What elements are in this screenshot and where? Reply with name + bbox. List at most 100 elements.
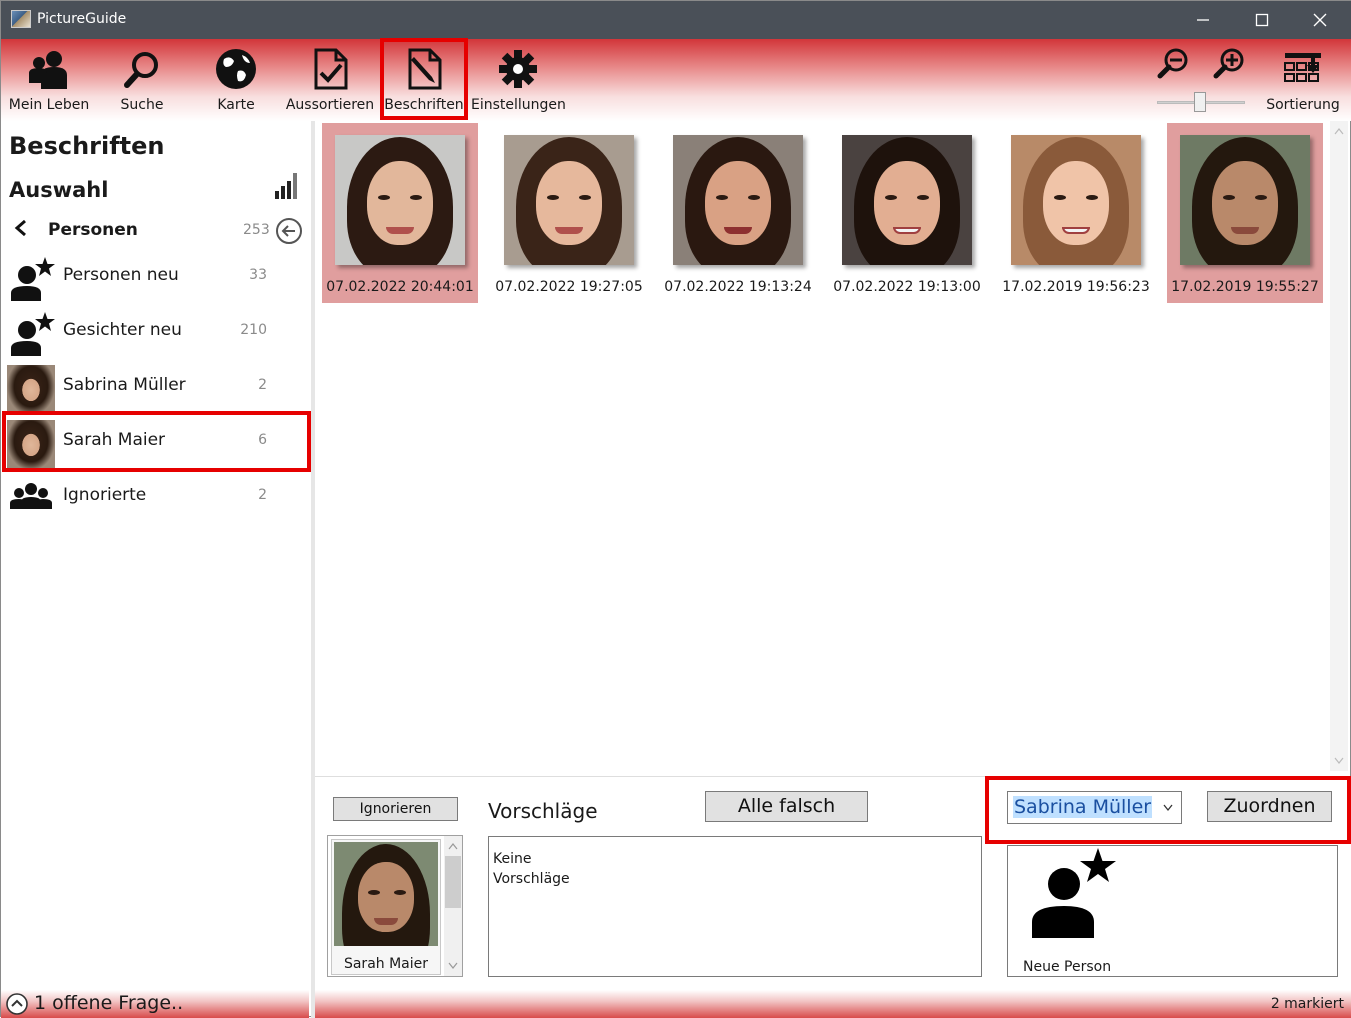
chevron-up-circle-icon[interactable] — [5, 992, 29, 1016]
no-suggestions-text: Keine Vorschläge — [493, 851, 570, 887]
toolbar-label: Mein Leben — [8, 97, 90, 113]
close-button[interactable] — [1291, 1, 1349, 39]
photo-date: 17.02.2019 19:56:23 — [1002, 279, 1150, 295]
sidebar-item-label: Ignorierte — [63, 485, 147, 505]
toolbar-mein-leben[interactable]: Mein Leben — [5, 39, 93, 119]
document-check-icon — [314, 48, 348, 90]
suggestions-list: Keine Vorschläge — [488, 836, 982, 977]
photo-image — [335, 135, 465, 265]
globe-icon — [216, 49, 256, 89]
zoom-in-icon[interactable] — [1213, 47, 1245, 79]
photo-tile[interactable]: 17.02.2019 19:56:23 — [998, 123, 1154, 303]
person-star-icon — [11, 312, 55, 356]
new-person-box[interactable]: Neue Person — [1007, 845, 1338, 977]
photo-tile[interactable]: 07.02.2022 19:27:05 — [491, 123, 647, 303]
maximize-icon — [1255, 13, 1269, 27]
toolbar-label: Aussortieren — [285, 97, 375, 113]
highlight-sarah-maier — [2, 411, 311, 472]
photo-date: 17.02.2019 19:55:27 — [1171, 279, 1319, 295]
photo-image — [673, 135, 803, 265]
photo-image — [1180, 135, 1310, 265]
scroll-up-icon[interactable] — [448, 842, 458, 850]
page-title: Beschriften — [9, 132, 165, 160]
toolbar-aussortieren[interactable]: Aussortieren — [285, 39, 375, 119]
toolbar-karte[interactable]: Karte — [201, 39, 271, 119]
open-questions-text[interactable]: 1 offene Frage.. — [34, 992, 183, 1014]
app-window: PictureGuide Mein Leben Suche Karte Auss… — [0, 0, 1351, 1018]
sidebar-item-personen-neu[interactable]: Personen neu 33 — [5, 251, 305, 305]
photo-date: 07.02.2022 19:13:24 — [664, 279, 812, 295]
search-icon — [124, 52, 158, 88]
maximize-button[interactable] — [1233, 1, 1291, 39]
photo-image — [1011, 135, 1141, 265]
minimize-icon — [1197, 19, 1209, 21]
photo-tile[interactable]: 07.02.2022 20:44:01 — [322, 123, 478, 303]
sidebar-item-sabrina-mueller[interactable]: Sabrina Müller 2 — [5, 361, 305, 415]
photo-image — [504, 135, 634, 265]
photo-grid-scrollbar[interactable] — [1330, 121, 1348, 771]
gear-icon — [499, 50, 537, 88]
sidebar-item-count: 2 — [258, 487, 267, 503]
person-star-icon — [11, 257, 55, 301]
face-name: Sarah Maier — [343, 956, 429, 972]
toolbar-sortierung[interactable]: Sortierung — [1263, 39, 1343, 119]
sidebar: Beschriften Auswahl Personen 253 Persone… — [1, 121, 313, 990]
scroll-up-icon[interactable] — [1334, 127, 1344, 135]
category-label: Personen — [48, 220, 138, 240]
zoom-slider-thumb[interactable] — [1194, 92, 1206, 112]
scroll-down-icon[interactable] — [448, 962, 458, 970]
sort-icon — [1284, 53, 1321, 82]
toolbar-label: Karte — [217, 97, 255, 113]
marked-count: 2 markiert — [1270, 996, 1344, 1012]
sidebar-item-count: 33 — [249, 267, 267, 283]
zoom-slider[interactable] — [1157, 92, 1245, 112]
window-title: PictureGuide — [37, 11, 127, 27]
toolbar-suche[interactable]: Suche — [107, 39, 177, 119]
labeling-panel: Ignorieren Sarah Maier Vorschläge Alle f… — [315, 776, 1351, 990]
people-photo-icon — [29, 51, 67, 89]
section-title: Auswahl — [9, 178, 109, 202]
toolbar-label: Suche — [120, 97, 164, 113]
sidebar-item-label: Gesichter neu — [63, 320, 182, 340]
photo-date: 07.02.2022 19:27:05 — [495, 279, 643, 295]
sidebar-item-count: 2 — [258, 377, 267, 393]
sidebar-item-ignorierte[interactable]: Ignorierte 2 — [5, 471, 305, 525]
photo-grid: 07.02.2022 20:44:01 07.02.2022 19:27:05 … — [315, 121, 1330, 771]
toolbar-label: Einstellungen — [471, 97, 566, 113]
sidebar-item-label: Sabrina Müller — [63, 375, 186, 395]
ignore-button[interactable]: Ignorieren — [333, 797, 458, 821]
avatar — [7, 365, 55, 413]
face-card[interactable]: Sarah Maier — [331, 839, 441, 975]
highlight-assign — [985, 776, 1351, 844]
highlight-beschriften — [380, 38, 468, 120]
photo-date: 07.02.2022 20:44:01 — [326, 279, 474, 295]
face-list-scrollbar[interactable] — [444, 836, 462, 976]
photo-tile[interactable]: 17.02.2019 19:55:27 — [1167, 123, 1323, 303]
minimize-button[interactable] — [1174, 1, 1232, 39]
app-logo-icon — [11, 10, 31, 28]
title-bar: PictureGuide — [1, 1, 1351, 39]
suggestions-title: Vorschläge — [488, 799, 598, 823]
photo-date: 07.02.2022 19:13:00 — [833, 279, 981, 295]
back-arrow-circle-icon[interactable] — [275, 217, 303, 245]
all-wrong-button[interactable]: Alle falsch — [705, 791, 868, 822]
sidebar-item-label: Personen neu — [63, 265, 179, 285]
filter-signal-icon[interactable] — [275, 173, 303, 199]
face-image — [334, 842, 438, 946]
sidebar-item-gesichter-neu[interactable]: Gesichter neu 210 — [5, 306, 305, 360]
toolbar: Mein Leben Suche Karte Aussortieren Besc… — [1, 39, 1351, 121]
toolbar-einstellungen[interactable]: Einstellungen — [471, 39, 566, 119]
status-bar-left: 1 offene Frage.. — [1, 990, 309, 1018]
category-personen[interactable]: Personen 253 — [11, 217, 311, 247]
group-icon — [10, 483, 52, 509]
sidebar-item-count: 210 — [240, 322, 267, 338]
face-list-scroll-thumb[interactable] — [445, 856, 461, 908]
status-bar-right: 2 markiert — [315, 990, 1351, 1018]
photo-tile[interactable]: 07.02.2022 19:13:00 — [829, 123, 985, 303]
zoom-out-icon[interactable] — [1157, 47, 1189, 79]
toolbar-label: Sortierung — [1266, 97, 1340, 113]
scroll-down-icon[interactable] — [1334, 757, 1344, 765]
photo-image — [842, 135, 972, 265]
chevron-left-icon[interactable] — [13, 219, 29, 237]
photo-tile[interactable]: 07.02.2022 19:13:24 — [660, 123, 816, 303]
